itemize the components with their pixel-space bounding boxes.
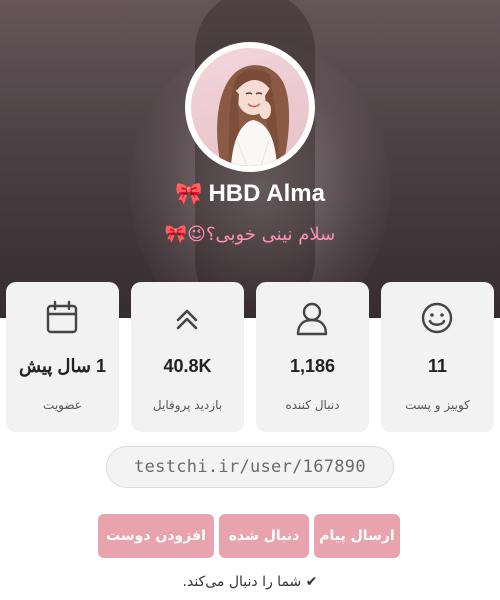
chevrons-up-icon (176, 309, 198, 330)
stat-label: دنبال کننده (285, 398, 340, 412)
add-friend-button[interactable]: افزودن دوست (98, 514, 214, 558)
profile-bio: سلام نینی خوبی؟😉🎀 (164, 224, 336, 245)
user-icon (296, 302, 328, 336)
stats-row: 1 سال پیش عضویت 40.8K بازدید پروفایل 1,1… (6, 282, 494, 432)
followed-button[interactable]: دنبال شده (219, 514, 309, 558)
stat-label: بازدید پروفایل (152, 398, 223, 412)
stat-card-membership: 1 سال پیش عضویت (6, 282, 119, 432)
stat-value: 40.8K (163, 356, 212, 376)
stat-card-followers[interactable]: 1,186 دنبال کننده (256, 282, 369, 432)
profile-name: 🎀 HBD Alma (0, 180, 500, 208)
stat-value: 1 سال پیش (18, 356, 107, 376)
profile-name-text: HBD Alma (208, 180, 325, 207)
profile-link[interactable]: testchi.ir/user/167890 (106, 446, 394, 488)
send-message-button[interactable]: ارسال پیام (314, 514, 400, 558)
avatar-image (191, 48, 309, 166)
stat-value: 11 (427, 356, 448, 376)
smiley-icon (421, 302, 453, 334)
stat-value: 1,186 (289, 356, 336, 376)
stat-label: عضویت (43, 398, 82, 412)
stat-label: کوییز و پست (405, 398, 470, 412)
stat-card-profile-views: 40.8K بازدید پروفایل (131, 282, 244, 432)
calendar-icon (46, 300, 78, 334)
ribbon-icon: 🎀 (175, 181, 203, 206)
follow-status: ✔ شما را دنبال می‌کند. (182, 574, 318, 590)
avatar[interactable] (185, 42, 315, 172)
stat-card-quizzes-posts[interactable]: 11 کوییز و پست (381, 282, 494, 432)
